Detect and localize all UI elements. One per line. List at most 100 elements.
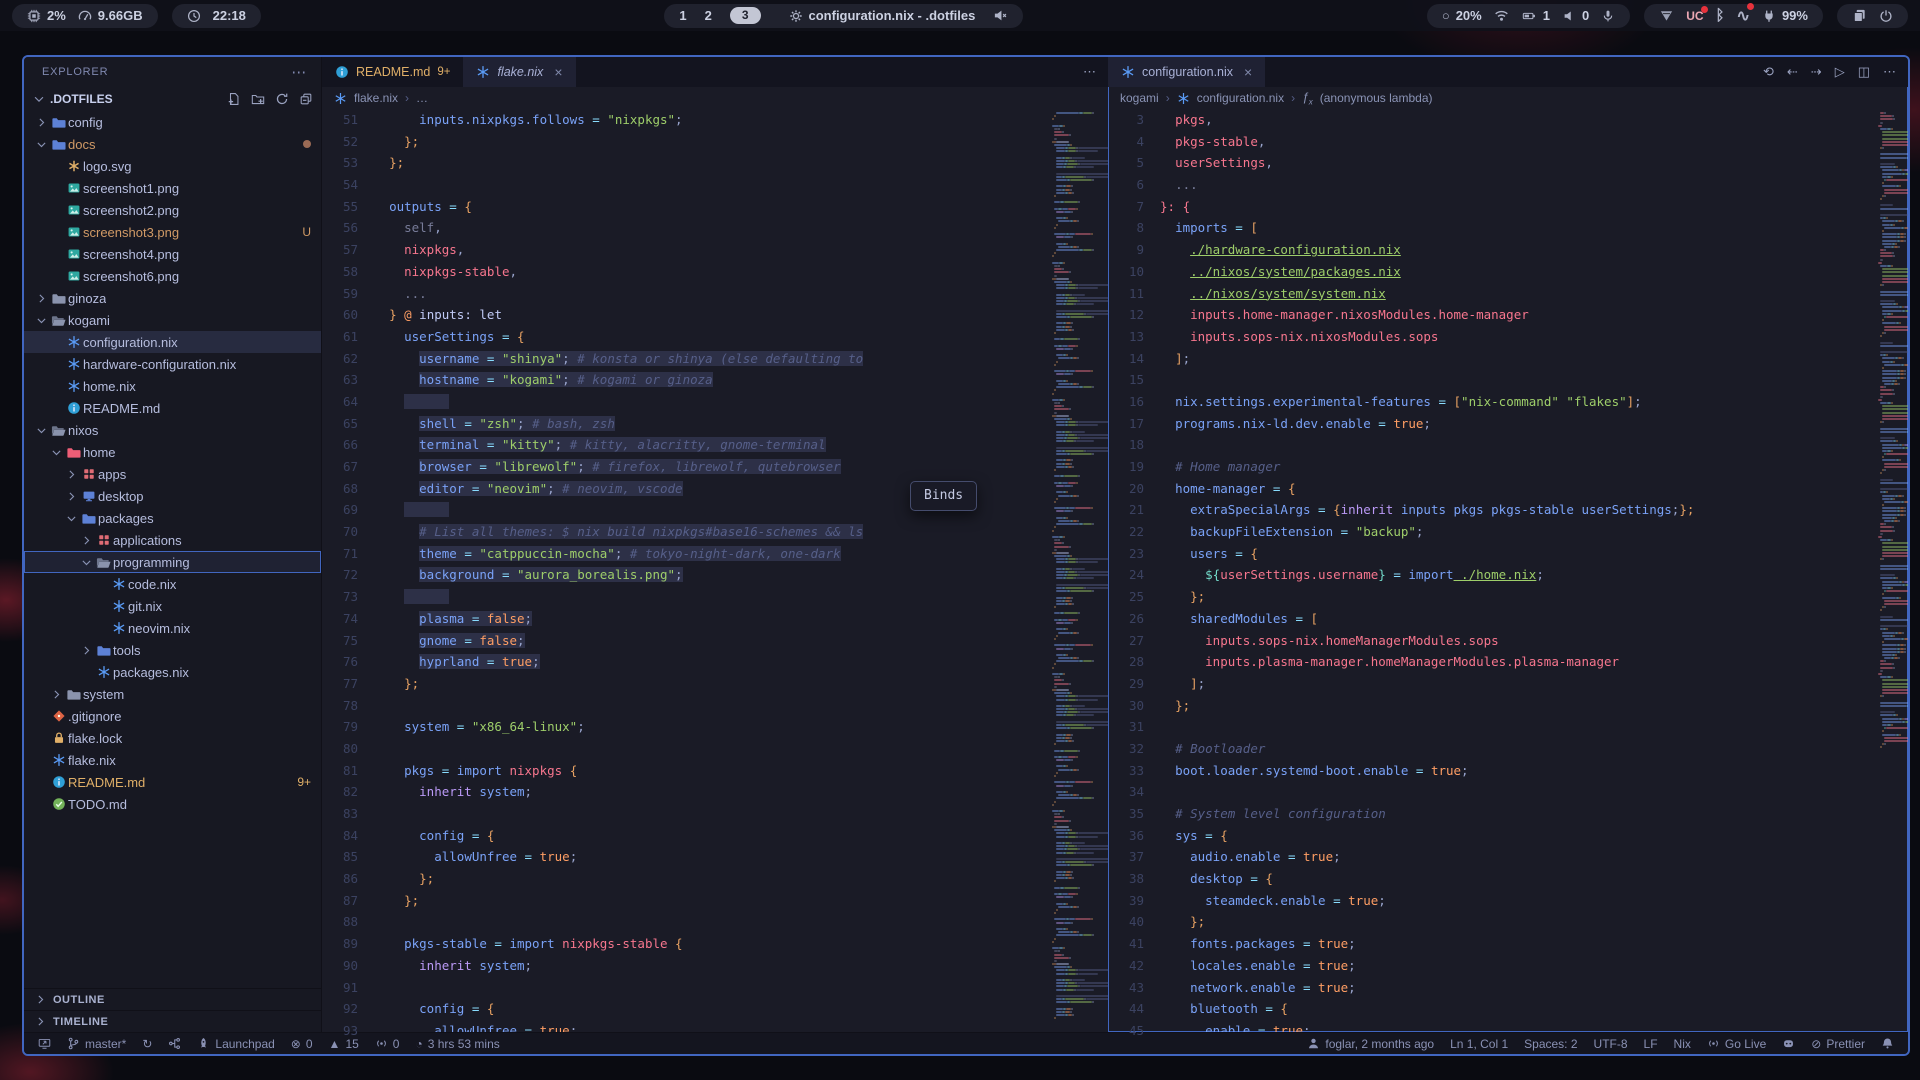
tree-item-readme-md[interactable]: README.md [24, 397, 321, 419]
tree-item-nixos[interactable]: nixos [24, 419, 321, 441]
clipboard-icon[interactable] [1852, 8, 1867, 23]
tree-item-gitignore[interactable]: .gitignore [24, 705, 321, 727]
tree-item-git-nix[interactable]: git.nix [24, 595, 321, 617]
mic-module[interactable] [1601, 9, 1615, 23]
status-notifications-icon[interactable] [1881, 1037, 1894, 1050]
status-git-graph-icon[interactable] [168, 1037, 181, 1050]
tab-configuration-nix[interactable]: configuration.nix × [1108, 57, 1265, 87]
bluetooth-module[interactable]: ᛒ [1716, 7, 1725, 24]
tree-item-logo-svg[interactable]: logo.svg [24, 155, 321, 177]
more-actions-icon[interactable]: ⋯ [1883, 64, 1896, 80]
breadcrumb-file[interactable]: configuration.nix [1197, 91, 1284, 105]
system-stats-module[interactable]: 2% 9.66GB [12, 4, 158, 28]
tray-app-icon[interactable]: UC [1686, 9, 1703, 23]
breadcrumb-folder[interactable]: kogami [1120, 91, 1159, 105]
workspace-2[interactable]: 2 [705, 8, 712, 23]
outline-section[interactable]: OUTLINE [24, 988, 321, 1010]
tree-item-ginoza[interactable]: ginoza [24, 287, 321, 309]
collapse-all-icon[interactable] [299, 92, 313, 106]
tab-flake-nix[interactable]: flake.nix × [463, 57, 575, 87]
tree-item-readme-md[interactable]: README.md9+ [24, 771, 321, 793]
tree-item-apps[interactable]: apps [24, 463, 321, 485]
tab-readme-md[interactable]: README.md 9+ [322, 57, 463, 87]
status-language-mode[interactable]: Nix [1674, 1037, 1691, 1051]
tree-item-packages-nix[interactable]: packages.nix [24, 661, 321, 683]
memory-module[interactable]: 9.66GB [78, 8, 143, 23]
tree-item-screenshot4-png[interactable]: screenshot4.png [24, 243, 321, 265]
workspace-1[interactable]: 1 [679, 8, 686, 23]
volume-muted-icon[interactable] [993, 8, 1008, 23]
status-prettier-icon[interactable]: ⊘Prettier [1811, 1037, 1865, 1051]
tree-item-hardware-configuration-nix[interactable]: hardware-configuration.nix [24, 353, 321, 375]
tree-item-configuration-nix[interactable]: configuration.nix [24, 331, 321, 353]
breadcrumb-file[interactable]: flake.nix [354, 91, 398, 105]
code-area[interactable]: pkgs, pkgs-stable, userSettings, ...}: {… [1160, 109, 1878, 1032]
left-editor[interactable]: 5152535455565758596061626364656667686970… [322, 109, 1108, 1032]
tree-item-screenshot3-png[interactable]: screenshot3.pngU [24, 221, 321, 243]
battery-module[interactable]: 99% [1762, 8, 1808, 23]
status-encoding[interactable]: UTF-8 [1594, 1037, 1628, 1051]
status-ports-icon[interactable]: 0 [375, 1037, 400, 1051]
device-tray-icon[interactable]: ∿ [1737, 6, 1750, 26]
next-change-icon[interactable]: ⇢ [1811, 64, 1822, 80]
tree-item-packages[interactable]: packages [24, 507, 321, 529]
status-eol[interactable]: LF [1644, 1037, 1658, 1051]
refresh-icon[interactable] [275, 92, 289, 106]
tree-item-system[interactable]: system [24, 683, 321, 705]
workspace-3-active[interactable]: 3 [730, 7, 761, 24]
status-indentation[interactable]: Spaces: 2 [1524, 1037, 1577, 1051]
tree-item-neovim-nix[interactable]: neovim.nix [24, 617, 321, 639]
tree-item-programming[interactable]: programming [24, 551, 321, 573]
tree-item-screenshot1-png[interactable]: screenshot1.png [24, 177, 321, 199]
status-rocket-icon[interactable]: Launchpad [197, 1037, 274, 1051]
close-icon[interactable]: × [1244, 64, 1252, 80]
timeline-section[interactable]: TIMELINE [24, 1010, 321, 1032]
battery-tray-module[interactable]: 1 [1521, 8, 1550, 23]
workspace-section-header[interactable]: .DOTFILES [24, 87, 321, 111]
tree-item-home[interactable]: home [24, 441, 321, 463]
cpu-module[interactable]: 2% [27, 8, 66, 23]
tree-item-applications[interactable]: applications [24, 529, 321, 551]
tree-item-home-nix[interactable]: home.nix [24, 375, 321, 397]
clock-module[interactable]: 22:18 [172, 4, 261, 28]
split-editor-icon[interactable]: ◫ [1858, 64, 1870, 80]
power-icon[interactable] [1879, 9, 1893, 23]
right-editor[interactable]: 3456789101112131415161718192021222324252… [1108, 109, 1908, 1032]
run-code-icon[interactable]: ▷ [1835, 64, 1845, 80]
status-go-live-icon[interactable]: Go Live [1707, 1037, 1766, 1051]
tree-item-flake-lock[interactable]: flake.lock [24, 727, 321, 749]
new-folder-icon[interactable] [251, 92, 265, 106]
status-author-icon[interactable]: foglar, 2 months ago [1307, 1037, 1434, 1051]
tree-item-screenshot2-png[interactable]: screenshot2.png [24, 199, 321, 221]
tree-item-todo-md[interactable]: TODO.md [24, 793, 321, 815]
status-timer-icon[interactable]: ◔3 hrs 53 mins [415, 1037, 499, 1051]
tree-item-flake-nix[interactable]: flake.nix [24, 749, 321, 771]
minimap[interactable] [1050, 109, 1108, 1032]
status-remote-window-icon[interactable] [38, 1037, 51, 1050]
vpn-tray-icon[interactable] [1659, 8, 1674, 23]
tree-item-screenshot6-png[interactable]: screenshot6.png [24, 265, 321, 287]
history-icon[interactable]: ⟲ [1763, 64, 1774, 80]
status-git-branch-icon[interactable]: master* [67, 1037, 126, 1051]
close-icon[interactable]: × [554, 64, 562, 80]
disk-usage-module[interactable]: ○ 20% [1442, 8, 1482, 23]
status-errors-icon[interactable]: ⊗0 [291, 1037, 313, 1051]
status-sync-icon[interactable]: ↻ [142, 1037, 152, 1051]
volume-module[interactable]: 0 [1562, 8, 1589, 23]
breadcrumb-symbol[interactable]: … [416, 91, 428, 105]
minimap[interactable] [1878, 109, 1908, 1032]
tree-item-desktop[interactable]: desktop [24, 485, 321, 507]
new-file-icon[interactable] [227, 92, 241, 106]
explorer-more-icon[interactable]: ⋯ [291, 63, 307, 81]
breadcrumb-symbol[interactable]: (anonymous lambda) [1320, 91, 1433, 105]
tree-item-kogami[interactable]: kogami [24, 309, 321, 331]
prev-change-icon[interactable]: ⇠ [1787, 64, 1798, 80]
tree-item-docs[interactable]: docs [24, 133, 321, 155]
wifi-module[interactable] [1494, 8, 1509, 23]
code-area[interactable]: inputs.nixpkgs.follows = "nixpkgs"; }; }… [374, 109, 1050, 1032]
status-copilot-icon[interactable] [1782, 1037, 1795, 1050]
tree-item-config[interactable]: config [24, 111, 321, 133]
tree-item-code-nix[interactable]: code.nix [24, 573, 321, 595]
more-actions-icon[interactable]: ⋯ [1083, 64, 1096, 80]
tree-item-tools[interactable]: tools [24, 639, 321, 661]
